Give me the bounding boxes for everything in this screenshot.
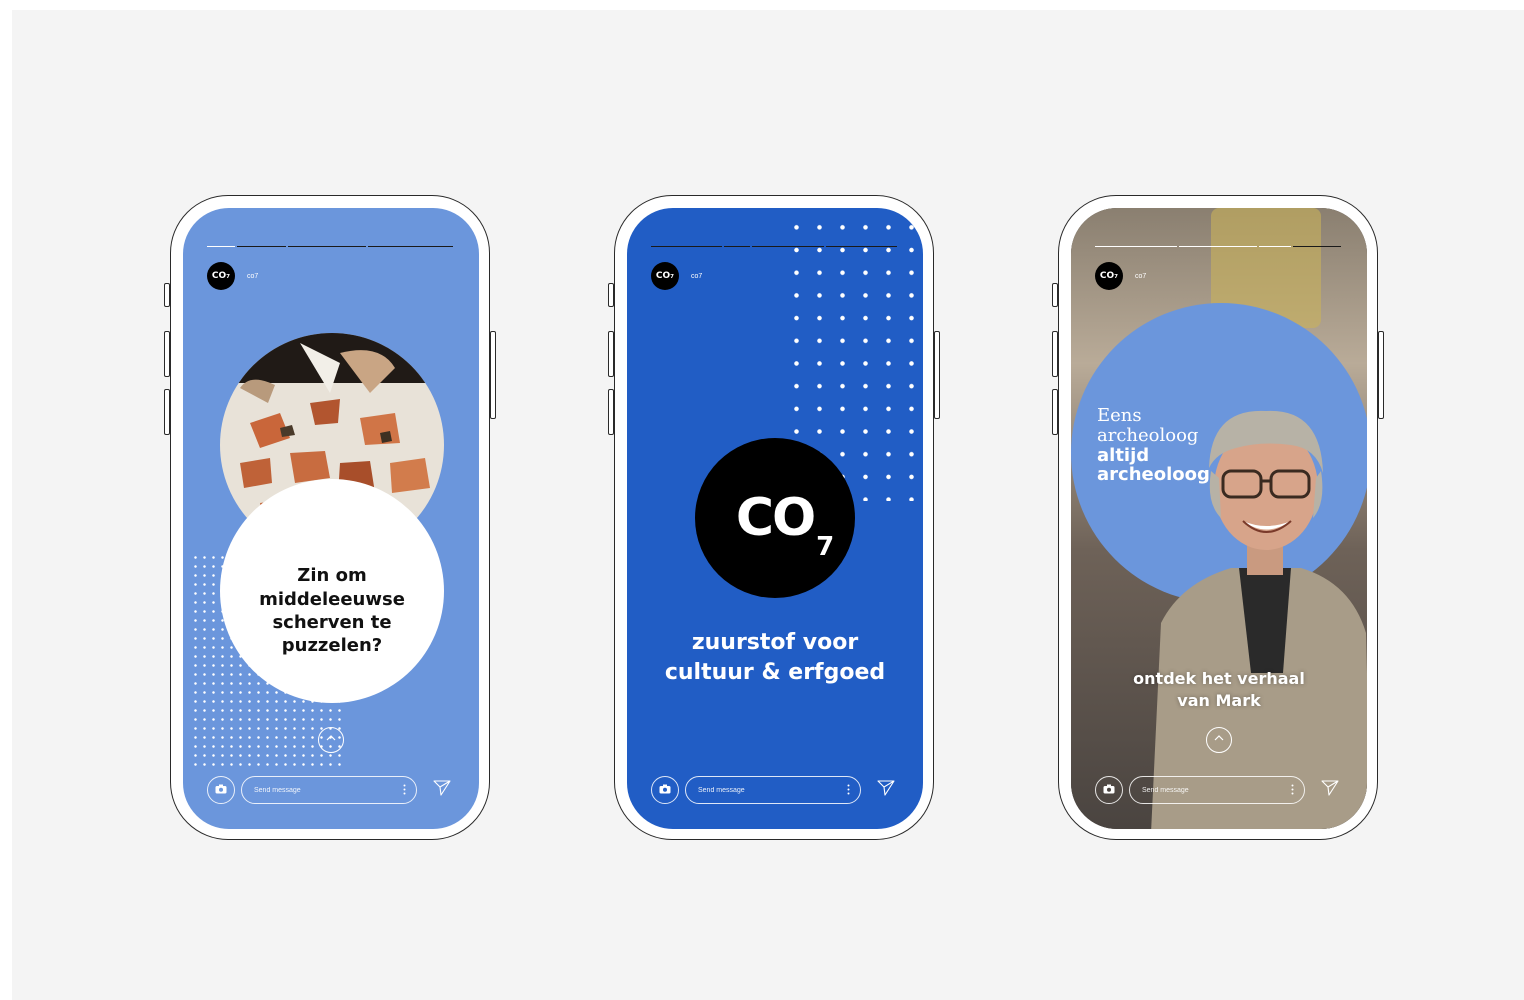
account-header[interactable]: CO₇ co7: [207, 262, 258, 290]
send-button[interactable]: [429, 777, 455, 803]
story-screen-1: CO₇ co7 Zin om middeleeuwse scherven te …: [183, 208, 479, 829]
story-progress-bar: [207, 246, 453, 248]
progress-segment: [1179, 246, 1258, 247]
more-icon[interactable]: [847, 784, 850, 797]
question-text: Zin om middeleeuwse scherven te puzzelen…: [259, 565, 405, 657]
more-icon[interactable]: [403, 784, 406, 797]
progress-segment: [825, 246, 897, 247]
phone-frame: CO₇ co7 Eens archeoloog altijd archeoloo…: [1058, 195, 1378, 840]
account-name[interactable]: co7: [691, 273, 702, 280]
camera-button[interactable]: [207, 776, 235, 804]
story-screen-3: CO₇ co7 Eens archeoloog altijd archeoloo…: [1071, 208, 1367, 829]
message-bar: [1095, 776, 1343, 804]
cta-line: ontdek het verhaal: [1133, 669, 1305, 688]
story-progress-bar: [651, 246, 897, 248]
account-name[interactable]: co7: [1135, 273, 1146, 280]
message-input-container[interactable]: [1129, 776, 1305, 804]
phone-mockup-2: CO₇ co7 CO 7 zuurstof voor cultuur & erfg…: [608, 195, 940, 840]
camera-icon: [215, 781, 227, 799]
phone-frame: CO₇ co7 CO 7 zuurstof voor cultuur & erfg…: [614, 195, 934, 840]
phone-mockup-1: CO₇ co7 Zin om middeleeuwse scherven te …: [164, 195, 496, 840]
send-icon: [433, 779, 451, 801]
tagline: zuurstof voor cultuur & erfgoed: [664, 630, 886, 685]
headline-line: altijd: [1097, 444, 1150, 466]
message-bar: [207, 776, 455, 804]
headline-line: archeoloog: [1097, 464, 1210, 486]
camera-button[interactable]: [1095, 776, 1123, 804]
message-bar: [651, 776, 899, 804]
progress-segment: [752, 246, 824, 247]
story-cta[interactable]: ontdek het verhaal van Mark: [1091, 668, 1347, 713]
account-header[interactable]: CO₇ co7: [1095, 262, 1146, 290]
progress-segment: [1292, 246, 1341, 247]
chevron-up-icon: [1213, 731, 1225, 749]
phone-side-button: [934, 331, 940, 419]
swipe-up-button[interactable]: [318, 727, 344, 753]
progress-segment: [367, 246, 453, 247]
phone-side-button: [1378, 331, 1384, 419]
progress-segment: [1259, 246, 1291, 247]
avatar[interactable]: CO₇: [207, 262, 235, 290]
headline: Eens archeoloog altijd archeoloog: [1097, 406, 1210, 485]
send-icon: [1321, 779, 1339, 801]
send-icon: [877, 779, 895, 801]
message-input[interactable]: [1142, 786, 1262, 794]
phone-frame: CO₇ co7 Zin om middeleeuwse scherven te …: [170, 195, 490, 840]
headline-line: Eens: [1097, 405, 1142, 426]
progress-segment: [651, 246, 723, 247]
cta-line: van Mark: [1177, 691, 1261, 711]
camera-icon: [659, 781, 671, 799]
canvas: CO₇ co7 Zin om middeleeuwse scherven te …: [12, 10, 1524, 1000]
message-input-container[interactable]: [241, 776, 417, 804]
phone-side-button: [490, 331, 496, 419]
progress-segment: [207, 246, 236, 247]
avatar[interactable]: CO₇: [651, 262, 679, 290]
co7-logo: CO 7: [695, 438, 855, 598]
message-input-container[interactable]: [685, 776, 861, 804]
send-button[interactable]: [1317, 777, 1343, 803]
progress-segment: [724, 246, 751, 247]
question-circle: Zin om middeleeuwse scherven te puzzelen…: [220, 479, 444, 703]
progress-segment: [1095, 246, 1178, 247]
chevron-up-icon: [325, 731, 337, 749]
progress-segment: [288, 246, 366, 247]
account-name[interactable]: co7: [247, 273, 258, 280]
message-input[interactable]: [698, 786, 818, 794]
swipe-up-button[interactable]: [1206, 727, 1232, 753]
story-progress-bar: [1095, 246, 1341, 248]
progress-segment: [237, 246, 287, 247]
camera-button[interactable]: [651, 776, 679, 804]
headline-line: archeoloog: [1097, 424, 1199, 446]
message-input[interactable]: [254, 786, 374, 794]
account-header[interactable]: CO₇ co7: [651, 262, 702, 290]
phone-mockup-3: CO₇ co7 Eens archeoloog altijd archeoloo…: [1052, 195, 1384, 840]
logo-text: CO 7: [735, 488, 834, 562]
avatar[interactable]: CO₇: [1095, 262, 1123, 290]
more-icon[interactable]: [1291, 784, 1294, 797]
send-button[interactable]: [873, 777, 899, 803]
story-screen-2: CO₇ co7 CO 7 zuurstof voor cultuur & erfg…: [627, 208, 923, 829]
camera-icon: [1103, 781, 1115, 799]
